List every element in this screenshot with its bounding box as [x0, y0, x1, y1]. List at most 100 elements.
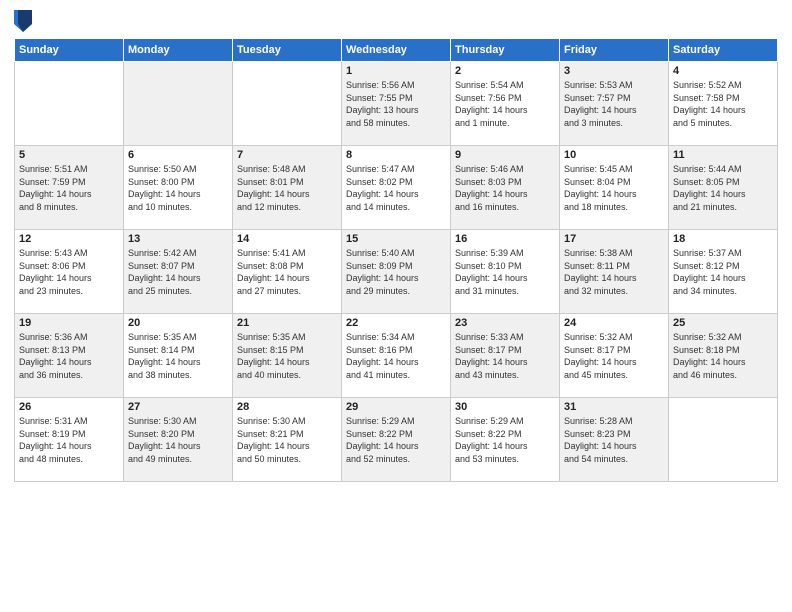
calendar-day: 12 Sunrise: 5:43 AMSunset: 8:06 PMDayligh…: [15, 230, 124, 314]
weekday-header-saturday: Saturday: [669, 39, 778, 62]
day-number: 20: [128, 317, 228, 329]
calendar-week-1: 1 Sunrise: 5:56 AMSunset: 7:55 PMDaylight…: [15, 62, 778, 146]
day-info: Sunrise: 5:30 AMSunset: 8:20 PMDaylight:…: [128, 415, 228, 465]
day-number: 28: [237, 401, 337, 413]
calendar-day: 6 Sunrise: 5:50 AMSunset: 8:00 PMDaylight…: [124, 146, 233, 230]
day-number: 9: [455, 149, 555, 161]
day-info: Sunrise: 5:38 AMSunset: 8:11 PMDaylight:…: [564, 247, 664, 297]
day-info: Sunrise: 5:52 AMSunset: 7:58 PMDaylight:…: [673, 79, 773, 129]
day-number: 16: [455, 233, 555, 245]
day-info: Sunrise: 5:28 AMSunset: 8:23 PMDaylight:…: [564, 415, 664, 465]
calendar-day: 17 Sunrise: 5:38 AMSunset: 8:11 PMDayligh…: [560, 230, 669, 314]
day-info: Sunrise: 5:34 AMSunset: 8:16 PMDaylight:…: [346, 331, 446, 381]
calendar-day: 26 Sunrise: 5:31 AMSunset: 8:19 PMDayligh…: [15, 398, 124, 482]
calendar-day: 14 Sunrise: 5:41 AMSunset: 8:08 PMDayligh…: [233, 230, 342, 314]
calendar-day: 9 Sunrise: 5:46 AMSunset: 8:03 PMDaylight…: [451, 146, 560, 230]
day-number: 24: [564, 317, 664, 329]
day-info: Sunrise: 5:53 AMSunset: 7:57 PMDaylight:…: [564, 79, 664, 129]
calendar-day: 30 Sunrise: 5:29 AMSunset: 8:22 PMDayligh…: [451, 398, 560, 482]
calendar-day: 2 Sunrise: 5:54 AMSunset: 7:56 PMDaylight…: [451, 62, 560, 146]
calendar-table: SundayMondayTuesdayWednesdayThursdayFrid…: [14, 38, 778, 482]
calendar-day: 28 Sunrise: 5:30 AMSunset: 8:21 PMDayligh…: [233, 398, 342, 482]
calendar-day: [233, 62, 342, 146]
calendar-day: 23 Sunrise: 5:33 AMSunset: 8:17 PMDayligh…: [451, 314, 560, 398]
calendar-day: 22 Sunrise: 5:34 AMSunset: 8:16 PMDayligh…: [342, 314, 451, 398]
page: SundayMondayTuesdayWednesdayThursdayFrid…: [0, 0, 792, 492]
calendar-body: 1 Sunrise: 5:56 AMSunset: 7:55 PMDaylight…: [15, 62, 778, 482]
day-number: 15: [346, 233, 446, 245]
calendar-week-5: 26 Sunrise: 5:31 AMSunset: 8:19 PMDayligh…: [15, 398, 778, 482]
day-number: 6: [128, 149, 228, 161]
day-info: Sunrise: 5:33 AMSunset: 8:17 PMDaylight:…: [455, 331, 555, 381]
day-info: Sunrise: 5:51 AMSunset: 7:59 PMDaylight:…: [19, 163, 119, 213]
day-info: Sunrise: 5:35 AMSunset: 8:15 PMDaylight:…: [237, 331, 337, 381]
calendar-day: [124, 62, 233, 146]
calendar-day: 31 Sunrise: 5:28 AMSunset: 8:23 PMDayligh…: [560, 398, 669, 482]
day-number: 17: [564, 233, 664, 245]
day-info: Sunrise: 5:37 AMSunset: 8:12 PMDaylight:…: [673, 247, 773, 297]
day-info: Sunrise: 5:43 AMSunset: 8:06 PMDaylight:…: [19, 247, 119, 297]
day-info: Sunrise: 5:29 AMSunset: 8:22 PMDaylight:…: [455, 415, 555, 465]
day-number: 12: [19, 233, 119, 245]
calendar-day: 3 Sunrise: 5:53 AMSunset: 7:57 PMDaylight…: [560, 62, 669, 146]
day-info: Sunrise: 5:29 AMSunset: 8:22 PMDaylight:…: [346, 415, 446, 465]
day-number: 8: [346, 149, 446, 161]
day-info: Sunrise: 5:41 AMSunset: 8:08 PMDaylight:…: [237, 247, 337, 297]
day-info: Sunrise: 5:30 AMSunset: 8:21 PMDaylight:…: [237, 415, 337, 465]
weekday-header-friday: Friday: [560, 39, 669, 62]
day-number: 2: [455, 65, 555, 77]
day-number: 23: [455, 317, 555, 329]
day-number: 10: [564, 149, 664, 161]
day-number: 22: [346, 317, 446, 329]
day-info: Sunrise: 5:45 AMSunset: 8:04 PMDaylight:…: [564, 163, 664, 213]
logo-icon: [14, 10, 32, 32]
calendar-day: 20 Sunrise: 5:35 AMSunset: 8:14 PMDayligh…: [124, 314, 233, 398]
header: [14, 10, 778, 32]
calendar-day: 29 Sunrise: 5:29 AMSunset: 8:22 PMDayligh…: [342, 398, 451, 482]
day-number: 13: [128, 233, 228, 245]
weekday-header-thursday: Thursday: [451, 39, 560, 62]
day-number: 26: [19, 401, 119, 413]
day-number: 29: [346, 401, 446, 413]
calendar-day: 15 Sunrise: 5:40 AMSunset: 8:09 PMDayligh…: [342, 230, 451, 314]
calendar-week-3: 12 Sunrise: 5:43 AMSunset: 8:06 PMDayligh…: [15, 230, 778, 314]
calendar-header: SundayMondayTuesdayWednesdayThursdayFrid…: [15, 39, 778, 62]
day-info: Sunrise: 5:31 AMSunset: 8:19 PMDaylight:…: [19, 415, 119, 465]
day-number: 1: [346, 65, 446, 77]
day-info: Sunrise: 5:47 AMSunset: 8:02 PMDaylight:…: [346, 163, 446, 213]
calendar-day: 24 Sunrise: 5:32 AMSunset: 8:17 PMDayligh…: [560, 314, 669, 398]
day-number: 11: [673, 149, 773, 161]
calendar-week-2: 5Sunrise: 5:51 AMSunset: 7:59 PMDaylight…: [15, 146, 778, 230]
calendar-day: 10 Sunrise: 5:45 AMSunset: 8:04 PMDayligh…: [560, 146, 669, 230]
day-number: 30: [455, 401, 555, 413]
calendar-day: [15, 62, 124, 146]
calendar-day: 27 Sunrise: 5:30 AMSunset: 8:20 PMDayligh…: [124, 398, 233, 482]
calendar-day: 13Sunrise: 5:42 AMSunset: 8:07 PMDayligh…: [124, 230, 233, 314]
day-info: Sunrise: 5:32 AMSunset: 8:18 PMDaylight:…: [673, 331, 773, 381]
day-info: Sunrise: 5:35 AMSunset: 8:14 PMDaylight:…: [128, 331, 228, 381]
day-number: 31: [564, 401, 664, 413]
day-info: Sunrise: 5:50 AMSunset: 8:00 PMDaylight:…: [128, 163, 228, 213]
calendar-day: 16Sunrise: 5:39 AMSunset: 8:10 PMDayligh…: [451, 230, 560, 314]
day-number: 14: [237, 233, 337, 245]
calendar-day: 7Sunrise: 5:48 AMSunset: 8:01 PMDaylight…: [233, 146, 342, 230]
weekday-header-monday: Monday: [124, 39, 233, 62]
logo: [14, 10, 34, 32]
day-info: Sunrise: 5:56 AMSunset: 7:55 PMDaylight:…: [346, 79, 446, 129]
calendar-day: 21 Sunrise: 5:35 AMSunset: 8:15 PMDayligh…: [233, 314, 342, 398]
day-number: 3: [564, 65, 664, 77]
day-info: Sunrise: 5:54 AMSunset: 7:56 PMDaylight:…: [455, 79, 555, 129]
day-info: Sunrise: 5:36 AMSunset: 8:13 PMDaylight:…: [19, 331, 119, 381]
day-number: 27: [128, 401, 228, 413]
day-number: 21: [237, 317, 337, 329]
calendar-day: [669, 398, 778, 482]
weekday-header-sunday: Sunday: [15, 39, 124, 62]
day-info: Sunrise: 5:46 AMSunset: 8:03 PMDaylight:…: [455, 163, 555, 213]
day-info: Sunrise: 5:32 AMSunset: 8:17 PMDaylight:…: [564, 331, 664, 381]
weekday-header-wednesday: Wednesday: [342, 39, 451, 62]
calendar-day: 19Sunrise: 5:36 AMSunset: 8:13 PMDayligh…: [15, 314, 124, 398]
day-info: Sunrise: 5:48 AMSunset: 8:01 PMDaylight:…: [237, 163, 337, 213]
calendar-day: 5Sunrise: 5:51 AMSunset: 7:59 PMDaylight…: [15, 146, 124, 230]
calendar-day: 18Sunrise: 5:37 AMSunset: 8:12 PMDayligh…: [669, 230, 778, 314]
day-info: Sunrise: 5:40 AMSunset: 8:09 PMDaylight:…: [346, 247, 446, 297]
